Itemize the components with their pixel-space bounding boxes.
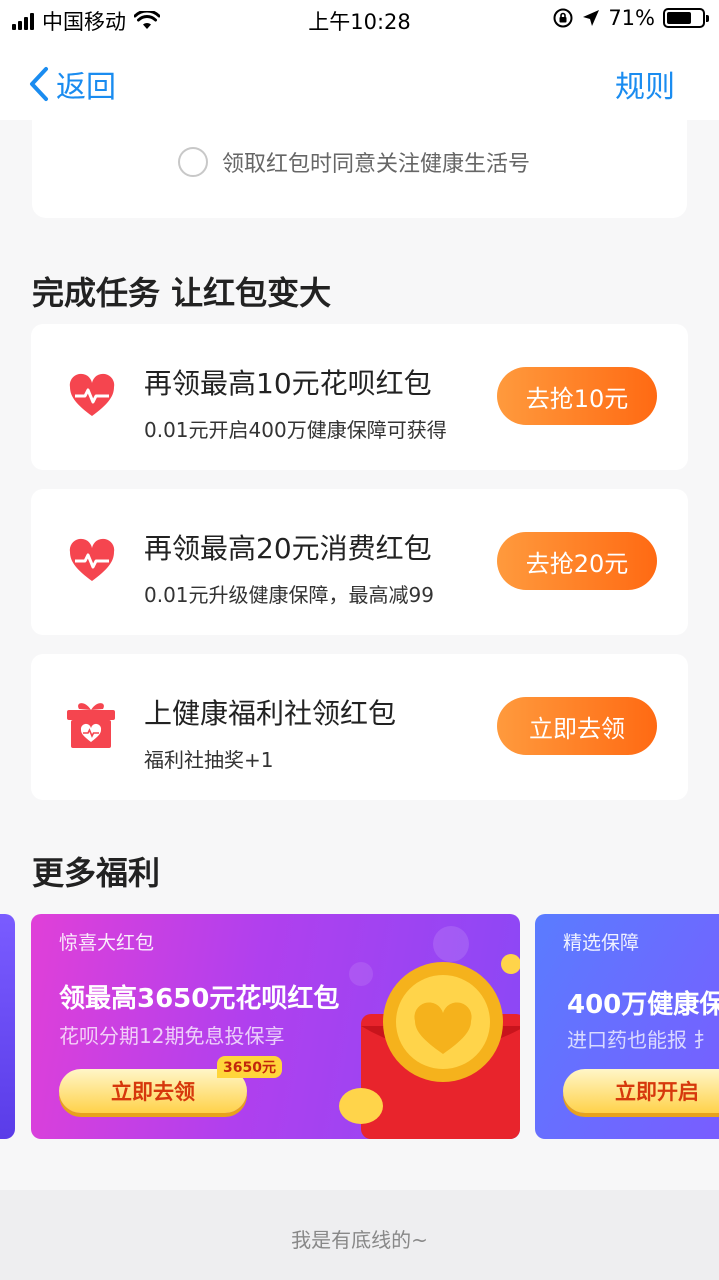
task-title: 再领最高20元消费红包 (144, 532, 432, 565)
tasks-section-title: 完成任务 让红包变大 (32, 274, 332, 312)
heart-pulse-icon (69, 373, 115, 416)
banner-subtitle: 进口药也能报 扌 (567, 1028, 714, 1052)
task-card: 再领最高20元消费红包 0.01元升级健康保障，最高减99 去抢20元 (31, 489, 688, 635)
banner-tag: 惊喜大红包 (59, 932, 155, 954)
task-subtitle: 0.01元开启400万健康保障可获得 (144, 418, 447, 442)
back-label: 返回 (56, 70, 116, 105)
battery-icon (663, 8, 709, 28)
agreement-radio[interactable] (178, 147, 208, 177)
banner-subtitle: 花呗分期12期免息投保享 (59, 1024, 285, 1048)
promo-banner[interactable]: 惊喜大红包 领最高3650元花呗红包 花呗分期12期免息投保享 立即去领 365… (31, 914, 520, 1139)
task-subtitle: 福利社抽奖+1 (144, 748, 274, 772)
banner-previous-peek[interactable] (0, 914, 15, 1139)
task-title: 上健康福利社领红包 (144, 697, 397, 730)
banner-title: 400万健康保 (567, 990, 719, 1020)
agreement-option[interactable]: 领取红包时同意关注健康生活号 (178, 146, 530, 178)
claim-now-button[interactable]: 立即去领 (497, 697, 657, 755)
banner-activate-button[interactable]: 立即开启 (563, 1069, 719, 1113)
task-title: 再领最高10元花呗红包 (144, 367, 432, 400)
back-button[interactable]: 返回 (28, 62, 116, 106)
grab-20-button[interactable]: 去抢20元 (497, 532, 657, 590)
chevron-left-icon (30, 67, 48, 101)
gift-box-icon (67, 703, 115, 748)
task-card: 再领最高10元花呗红包 0.01元开启400万健康保障可获得 去抢10元 (31, 324, 688, 470)
status-bar: 中国移动 上午10:28 71% (0, 0, 719, 40)
grab-10-button[interactable]: 去抢10元 (497, 367, 657, 425)
nav-bar: 返回 规则 (0, 40, 719, 120)
location-icon (583, 10, 600, 26)
task-card: 上健康福利社领红包 福利社抽奖+1 立即去领 (31, 654, 688, 800)
agreement-card: 领取红包时同意关注健康生活号 (32, 118, 687, 218)
rules-link[interactable]: 规则 (615, 62, 675, 106)
battery-percent: 71% (608, 6, 655, 30)
page-footer: 我是有底线的~ (0, 1190, 719, 1280)
insurance-banner[interactable]: 精选保障 400万健康保 进口药也能报 扌 立即开启 (535, 914, 719, 1139)
amount-badge: 3650元 (217, 1056, 282, 1078)
heart-pulse-icon (69, 538, 115, 581)
orientation-lock-icon (553, 8, 573, 28)
task-subtitle: 0.01元升级健康保障，最高减99 (144, 583, 434, 607)
agreement-label: 领取红包时同意关注健康生活号 (222, 152, 531, 177)
more-section-title: 更多福利 (32, 854, 161, 892)
banner-title: 领最高3650元花呗红包 (59, 984, 340, 1014)
footer-text: 我是有底线的~ (291, 1228, 428, 1252)
banner-tag: 精选保障 (563, 932, 640, 954)
